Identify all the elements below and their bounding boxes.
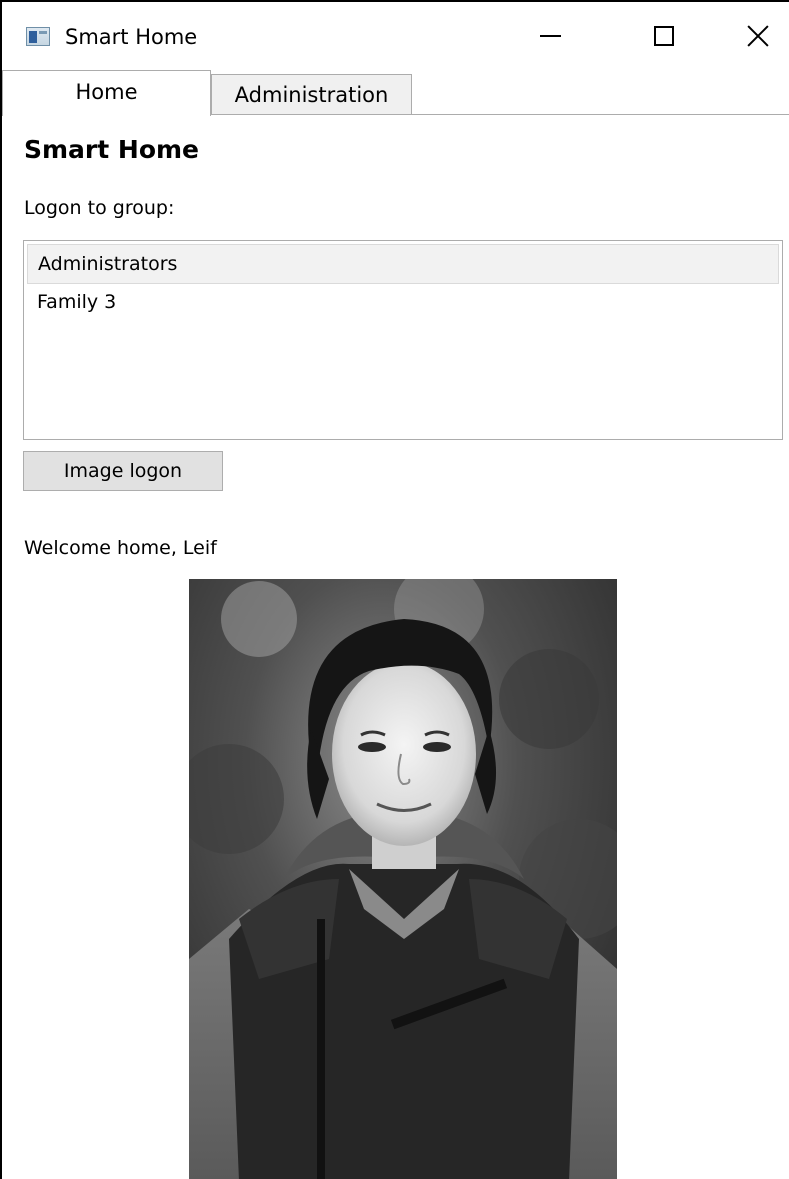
close-icon [747, 25, 769, 47]
group-listbox[interactable]: Administrators Family 3 [23, 240, 783, 440]
page-title: Smart Home [24, 135, 200, 164]
tab-administration[interactable]: Administration [211, 74, 412, 115]
welcome-message: Welcome home, Leif [24, 537, 217, 559]
user-photo [189, 579, 617, 1179]
title-bar[interactable]: Smart Home [2, 2, 789, 70]
tab-home[interactable]: Home [2, 70, 211, 116]
image-logon-button[interactable]: Image logon [23, 451, 223, 491]
close-button[interactable] [720, 2, 789, 70]
list-item-family-3[interactable]: Family 3 [24, 283, 782, 324]
minimize-button[interactable] [512, 2, 588, 70]
logon-group-label: Logon to group: [24, 197, 175, 219]
maximize-button[interactable] [626, 2, 702, 70]
minimize-icon [539, 35, 561, 37]
app-window-icon [26, 27, 50, 46]
maximize-icon [654, 26, 674, 46]
user-photo-graphic [189, 579, 617, 1179]
list-item-administrators[interactable]: Administrators [27, 244, 779, 284]
tab-strip: Home Administration [2, 70, 789, 116]
window-title: Smart Home [65, 25, 198, 49]
app-window: Smart Home Home Administration Smart Hom… [0, 0, 789, 1179]
